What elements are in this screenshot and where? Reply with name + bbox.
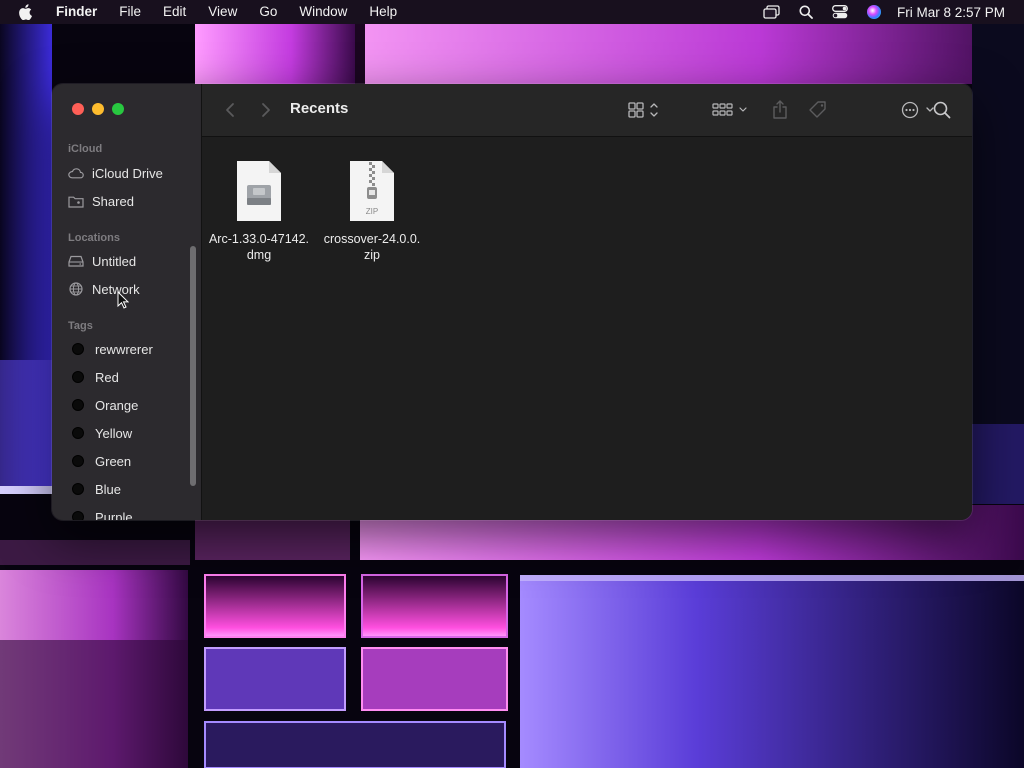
- cloud-icon: [68, 165, 84, 181]
- menu-file[interactable]: File: [108, 0, 152, 24]
- minimize-window-button[interactable]: [92, 103, 104, 115]
- icon-grid-icon: [628, 102, 658, 118]
- sidebar-item-label: Purple: [95, 509, 133, 521]
- sidebar-tag-rewwrerer[interactable]: rewwrerer: [68, 338, 192, 360]
- disk-image-file-icon: [237, 161, 281, 221]
- screen-mirroring-icon[interactable]: [755, 0, 789, 24]
- sidebar-item-label: Green: [95, 453, 132, 469]
- sidebar-section-tags: Tags: [68, 320, 93, 332]
- network-globe-icon: [68, 281, 84, 297]
- sidebar-scrollbar[interactable]: [190, 246, 196, 486]
- share-button[interactable]: [768, 98, 792, 122]
- mouse-pointer-icon: [117, 291, 129, 309]
- view-mode-button[interactable]: [622, 98, 664, 122]
- search-button[interactable]: [930, 98, 954, 122]
- siri-icon[interactable]: [857, 0, 891, 24]
- sidebar-tag-yellow[interactable]: Yellow: [68, 422, 192, 444]
- menu-bar-status-area: Fri Mar 8 2:57 PM: [755, 0, 1024, 24]
- tag-icon: [809, 101, 826, 118]
- sidebar-item-label: Yellow: [95, 425, 133, 441]
- sidebar-item-label: iCloud Drive: [92, 165, 163, 181]
- back-button[interactable]: [220, 98, 240, 122]
- menu-go[interactable]: Go: [248, 0, 288, 24]
- sidebar-tag-blue[interactable]: Blue: [68, 478, 192, 500]
- sidebar-item-label: rewwrerer: [95, 341, 153, 357]
- file-item-arc-dmg[interactable]: Arc-1.33.0-47142. dmg: [204, 160, 314, 263]
- forward-button[interactable]: [256, 98, 276, 122]
- finder-content: Recents Arc-1.33.0-47142. dmg ZIP crosso…: [202, 84, 972, 520]
- tag-color-dot: [72, 427, 84, 439]
- finder-toolbar: Recents: [202, 84, 972, 137]
- menu-window[interactable]: Window: [288, 0, 358, 24]
- sidebar-item-label: Orange: [95, 397, 139, 413]
- sidebar-tag-orange[interactable]: Orange: [68, 394, 192, 416]
- menu-edit[interactable]: Edit: [152, 0, 197, 24]
- disk-icon: [68, 253, 84, 269]
- sidebar-tag-red[interactable]: Red: [68, 366, 192, 388]
- shared-folder-icon: [68, 193, 84, 209]
- sidebar-item-untitled[interactable]: Untitled: [68, 250, 192, 272]
- share-icon: [773, 100, 787, 119]
- menu-view[interactable]: View: [197, 0, 248, 24]
- tag-color-dot: [72, 455, 84, 467]
- sidebar-tag-purple[interactable]: Purple: [68, 506, 192, 520]
- tag-color-dot: [72, 343, 84, 355]
- file-name: crossover-24.0.0. zip: [323, 232, 421, 262]
- menu-help[interactable]: Help: [358, 0, 408, 24]
- file-name: Arc-1.33.0-47142. dmg: [208, 232, 310, 262]
- menu-bar-clock[interactable]: Fri Mar 8 2:57 PM: [891, 5, 1024, 20]
- tag-color-dot: [72, 511, 84, 520]
- menu-app-finder[interactable]: Finder: [46, 0, 108, 24]
- menu-bar: Finder File Edit View Go Window Help Fri…: [0, 0, 1024, 24]
- close-window-button[interactable]: [72, 103, 84, 115]
- zip-badge: ZIP: [365, 207, 379, 216]
- sidebar-item-label: Network: [92, 281, 140, 297]
- sidebar-tag-green[interactable]: Green: [68, 450, 192, 472]
- sidebar-item-label: Shared: [92, 193, 134, 209]
- chevron-right-icon: [262, 103, 270, 117]
- sidebar-section-icloud: iCloud: [68, 143, 103, 155]
- sidebar-item-label: Untitled: [92, 253, 137, 269]
- zoom-window-button[interactable]: [112, 103, 124, 115]
- sidebar-section-locations: Locations: [68, 232, 120, 244]
- control-center-icon[interactable]: [823, 0, 857, 24]
- sidebar-item-network[interactable]: Network: [68, 278, 192, 300]
- tag-color-dot: [72, 483, 84, 495]
- sidebar-item-label: Red: [95, 369, 119, 385]
- file-item-crossover-zip[interactable]: ZIP crossover-24.0.0. zip: [317, 160, 427, 263]
- spotlight-search-icon[interactable]: [789, 0, 823, 24]
- group-by-button[interactable]: [710, 98, 752, 122]
- finder-window: iCloud iCloud Drive Shared Locations Unt…: [52, 84, 972, 520]
- apple-menu-icon[interactable]: [18, 4, 34, 20]
- sidebar-item-shared[interactable]: Shared: [68, 190, 192, 212]
- sidebar-item-label: Blue: [95, 481, 122, 497]
- sidebar-item-icloud-drive[interactable]: iCloud Drive: [68, 162, 192, 184]
- tag-color-dot: [72, 399, 84, 411]
- search-icon: [933, 101, 951, 119]
- window-title: Recents: [290, 100, 349, 117]
- tag-button[interactable]: [806, 98, 830, 122]
- chevron-left-icon: [226, 103, 234, 117]
- group-grid-icon: [712, 103, 747, 116]
- tag-color-dot: [72, 371, 84, 383]
